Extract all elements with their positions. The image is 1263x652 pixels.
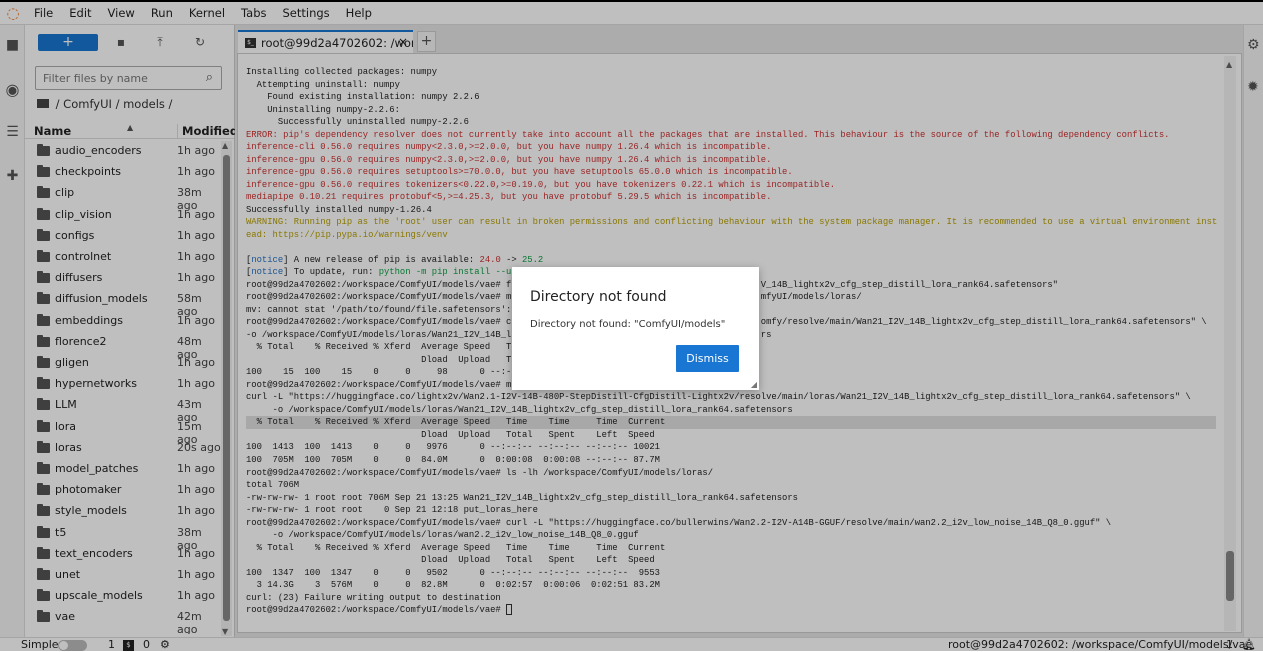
dialog-title: Directory not found xyxy=(530,289,667,305)
directory-not-found-dialog: Directory not found Directory not found:… xyxy=(512,267,759,390)
resize-handle-icon[interactable]: ◢ xyxy=(751,380,757,389)
dialog-message: Directory not found: "ComfyUI/models" xyxy=(530,319,726,330)
dismiss-button[interactable]: Dismiss xyxy=(676,345,739,372)
